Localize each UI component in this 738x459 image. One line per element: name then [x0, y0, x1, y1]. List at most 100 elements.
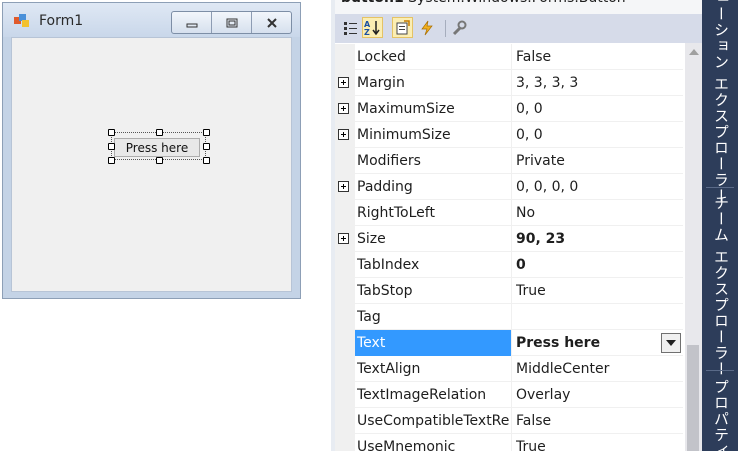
form-title-bar[interactable]: Form1 [3, 3, 300, 37]
property-value[interactable]: Overlay [516, 382, 681, 408]
property-row[interactable]: TabStop True [335, 278, 683, 304]
property-value[interactable]: Press here [516, 330, 681, 356]
property-row[interactable]: Size 90, 23 [335, 226, 683, 252]
property-name[interactable]: MaximumSize [357, 96, 510, 122]
property-value[interactable]: Private [516, 148, 681, 174]
column-divider [511, 44, 512, 70]
tab-solution-explorer[interactable]: ソリューション エクスプローラー [711, 0, 732, 204]
property-value[interactable]: 0 [516, 252, 681, 278]
svg-text:Z: Z [364, 28, 370, 36]
property-row[interactable]: TextAlign MiddleCenter [335, 356, 683, 382]
expand-plus-icon[interactable] [338, 233, 349, 244]
property-name[interactable]: UseCompatibleTextRendering [357, 408, 510, 434]
property-name[interactable]: Text [355, 330, 511, 356]
property-row[interactable]: Modifiers Private [335, 148, 683, 174]
property-name[interactable]: Tag [357, 304, 510, 330]
row-gutter [335, 356, 355, 382]
property-value[interactable]: False [516, 44, 681, 70]
scroll-up-arrow-icon[interactable] [689, 49, 699, 55]
property-name[interactable]: TabIndex [357, 252, 510, 278]
dropdown-button[interactable] [661, 333, 681, 353]
property-name[interactable]: Locked [357, 44, 510, 70]
property-value[interactable] [516, 304, 681, 330]
close-button[interactable] [252, 12, 291, 33]
property-value[interactable]: True [516, 434, 681, 451]
expand-plus-icon[interactable] [338, 181, 349, 192]
expand-plus-icon[interactable] [338, 129, 349, 140]
column-divider [511, 408, 512, 434]
property-value[interactable]: 0, 0, 0, 0 [516, 174, 681, 200]
property-value[interactable]: 90, 23 [516, 226, 681, 252]
resize-handle-se[interactable] [203, 157, 210, 164]
column-divider [511, 70, 512, 96]
property-name[interactable]: Padding [357, 174, 510, 200]
expand-plus-icon[interactable] [338, 77, 349, 88]
property-row[interactable]: Padding 0, 0, 0, 0 [335, 174, 683, 200]
resize-handle-ne[interactable] [203, 129, 210, 136]
row-gutter [335, 330, 355, 356]
form-client-area[interactable] [11, 37, 292, 292]
column-divider [511, 174, 512, 200]
resize-handle-n[interactable] [156, 129, 163, 136]
press-here-button[interactable]: Press here [114, 138, 200, 157]
tab-team-explorer[interactable]: チーム エクスプローラー [711, 195, 732, 377]
property-name[interactable]: Size [357, 226, 510, 252]
resize-handle-w[interactable] [108, 143, 115, 150]
property-row[interactable]: UseMnemonic True [335, 434, 683, 451]
property-name[interactable]: Margin [357, 70, 510, 96]
property-value[interactable]: 0, 0 [516, 122, 681, 148]
property-row[interactable]: Margin 3, 3, 3, 3 [335, 70, 683, 96]
column-divider [511, 252, 512, 278]
property-value[interactable]: MiddleCenter [516, 356, 681, 382]
alphabetical-button[interactable]: A Z [362, 17, 383, 38]
property-row[interactable]: Locked False [335, 44, 683, 70]
property-value[interactable]: 0, 0 [516, 96, 681, 122]
property-name[interactable]: RightToLeft [357, 200, 510, 226]
property-row[interactable]: TextImageRelation Overlay [335, 382, 683, 408]
resize-handle-s[interactable] [156, 157, 163, 164]
property-value[interactable]: 3, 3, 3, 3 [516, 70, 681, 96]
property-value[interactable]: False [516, 408, 681, 434]
property-name[interactable]: TabStop [357, 278, 510, 304]
property-row[interactable]: Tag [335, 304, 683, 330]
property-name[interactable]: TextAlign [357, 356, 510, 382]
row-gutter [335, 44, 355, 70]
row-gutter [335, 278, 355, 304]
row-gutter [335, 408, 355, 434]
events-button[interactable] [416, 17, 437, 38]
column-divider [511, 434, 512, 451]
property-name[interactable]: MinimumSize [357, 122, 510, 148]
property-pages-button[interactable] [448, 17, 469, 38]
property-row[interactable]: Text Press here [335, 330, 683, 356]
property-grid: Locked False Margin 3, 3, 3, 3 MaximumSize 0,… [335, 43, 685, 451]
minimize-button[interactable] [172, 12, 212, 33]
property-row[interactable]: UseCompatibleTextRenderingFalse [335, 408, 683, 434]
property-name[interactable]: Modifiers [357, 148, 510, 174]
tab-separator [706, 187, 734, 188]
form-title: Form1 [39, 13, 84, 29]
tab-properties[interactable]: プロパティ [711, 379, 732, 459]
expand-plus-icon[interactable] [338, 103, 349, 114]
property-row[interactable]: MinimumSize 0, 0 [335, 122, 683, 148]
property-value[interactable]: No [516, 200, 681, 226]
resize-handle-nw[interactable] [108, 129, 115, 136]
properties-view-button[interactable] [392, 17, 413, 38]
row-gutter [335, 304, 355, 330]
property-row[interactable]: MaximumSize 0, 0 [335, 96, 683, 122]
object-selector[interactable]: button1 System.Windows.Forms.Button [341, 0, 701, 12]
column-divider [511, 122, 512, 148]
scroll-thumb[interactable] [687, 345, 699, 451]
property-row[interactable]: RightToLeft No [335, 200, 683, 226]
maximize-button[interactable] [212, 12, 252, 33]
properties-panel: button1 System.Windows.Forms.Button A Z [335, 0, 702, 451]
categorized-button[interactable] [340, 17, 361, 38]
resize-handle-e[interactable] [203, 143, 210, 150]
property-name[interactable]: UseMnemonic [357, 434, 510, 451]
vertical-scrollbar[interactable] [685, 43, 702, 451]
resize-handle-sw[interactable] [108, 157, 115, 164]
dropdown-arrow-icon [666, 340, 676, 346]
toolbar-separator [445, 20, 446, 37]
property-row[interactable]: TabIndex 0 [335, 252, 683, 278]
property-name[interactable]: TextImageRelation [357, 382, 510, 408]
property-value[interactable]: True [516, 278, 681, 304]
